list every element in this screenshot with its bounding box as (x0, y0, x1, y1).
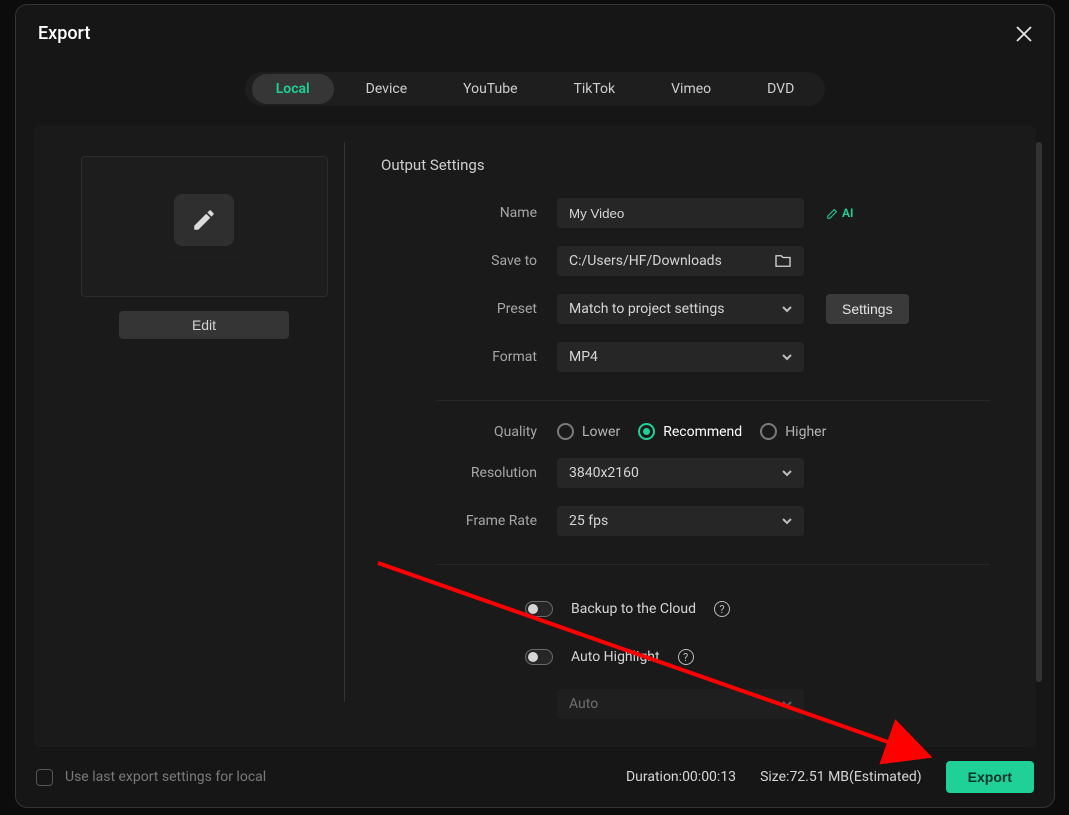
section-title: Output Settings (381, 156, 990, 174)
export-dialog: Export Local Device YouTube TikTok Vimeo… (15, 4, 1055, 808)
framerate-label: Frame Rate (381, 513, 557, 529)
backup-cloud-toggle[interactable] (525, 601, 553, 617)
preview-column: Edit (64, 156, 344, 747)
framerate-value: 25 fps (569, 513, 608, 529)
framerate-select[interactable]: 25 fps (557, 506, 804, 536)
name-input[interactable] (557, 198, 804, 228)
tab-local[interactable]: Local (252, 74, 334, 104)
duration-info: Duration:00:00:13 (626, 769, 736, 785)
format-label: Format (381, 349, 557, 365)
chevron-down-icon (782, 699, 792, 709)
panel: Edit Output Settings Name AI Sa (34, 126, 1036, 747)
format-select[interactable]: MP4 (557, 342, 804, 372)
dialog-footer: Use last export settings for local Durat… (16, 747, 1054, 807)
auto-highlight-select[interactable]: Auto (557, 689, 804, 719)
backup-cloud-label: Backup to the Cloud (571, 601, 696, 617)
resolution-select[interactable]: 3840x2160 (557, 458, 804, 488)
chevron-down-icon (782, 352, 792, 362)
settings-button[interactable]: Settings (826, 294, 909, 324)
preset-select[interactable]: Match to project settings (557, 294, 804, 324)
close-icon[interactable] (1016, 26, 1032, 42)
tab-tiktok[interactable]: TikTok (550, 74, 640, 104)
dialog-title: Export (38, 23, 90, 44)
help-icon[interactable]: ? (714, 601, 730, 617)
saveto-value: C:/Users/HF/Downloads (569, 253, 722, 269)
quality-recommend-radio[interactable]: Recommend (638, 423, 742, 440)
help-icon[interactable]: ? (678, 649, 694, 665)
tab-youtube[interactable]: YouTube (439, 74, 541, 104)
use-last-settings-label: Use last export settings for local (65, 769, 266, 785)
tab-device[interactable]: Device (342, 74, 431, 104)
output-settings: Output Settings Name AI Save to C:/Users… (345, 156, 1026, 747)
saveto-label: Save to (381, 253, 557, 269)
saveto-field[interactable]: C:/Users/HF/Downloads (557, 246, 804, 276)
tab-vimeo[interactable]: Vimeo (647, 74, 735, 104)
use-last-settings-checkbox[interactable] (36, 769, 53, 786)
scrollbar[interactable] (1036, 142, 1042, 682)
auto-highlight-value: Auto (569, 696, 598, 712)
preset-label: Preset (381, 301, 557, 317)
export-button[interactable]: Export (946, 761, 1034, 793)
chevron-down-icon (782, 516, 792, 526)
quality-label: Quality (381, 424, 557, 440)
preset-value: Match to project settings (569, 301, 724, 317)
dialog-header: Export (16, 5, 1054, 44)
edit-thumbnail-button[interactable]: Edit (119, 311, 289, 339)
resolution-label: Resolution (381, 465, 557, 481)
auto-highlight-label: Auto Highlight (571, 649, 660, 665)
folder-icon (774, 254, 792, 268)
tab-dvd[interactable]: DVD (743, 74, 818, 104)
chevron-down-icon (782, 304, 792, 314)
chevron-down-icon (782, 468, 792, 478)
tabs: Local Device YouTube TikTok Vimeo DVD (16, 72, 1054, 106)
thumbnail-preview[interactable] (81, 156, 328, 297)
quality-lower-radio[interactable]: Lower (557, 423, 620, 440)
auto-highlight-toggle[interactable] (525, 649, 553, 665)
ai-rename-icon[interactable]: AI (826, 206, 853, 220)
size-info: Size:72.51 MB(Estimated) (760, 769, 922, 785)
quality-higher-radio[interactable]: Higher (760, 423, 826, 440)
resolution-value: 3840x2160 (569, 465, 639, 481)
format-value: MP4 (569, 349, 598, 365)
pencil-icon (174, 194, 234, 246)
name-label: Name (381, 205, 557, 221)
